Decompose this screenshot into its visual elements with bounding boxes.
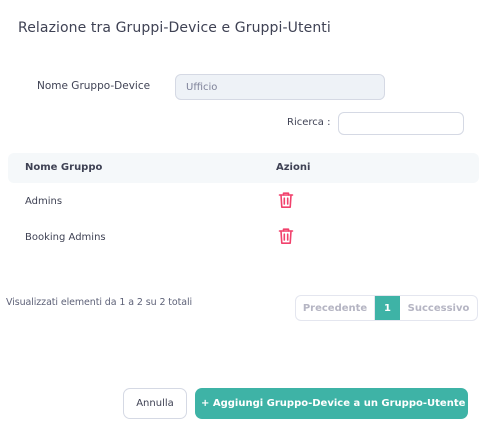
groups-table: Nome Gruppo Azioni Admins Booking Admins: [8, 153, 479, 255]
table-row: Booking Admins: [8, 219, 479, 255]
column-header-name[interactable]: Nome Gruppo: [25, 162, 102, 173]
delete-button[interactable]: [278, 227, 294, 245]
pagination-page-1[interactable]: 1: [375, 296, 400, 320]
pagination-previous-button[interactable]: Precedente: [296, 296, 375, 320]
add-device-group-button[interactable]: + Aggiungi Gruppo-Device a un Gruppo-Ute…: [195, 388, 468, 419]
pagination-next-button[interactable]: Successivo: [400, 296, 477, 320]
group-name-cell: Admins: [25, 196, 63, 207]
device-group-input[interactable]: [175, 74, 385, 100]
trash-icon: [278, 228, 294, 244]
table-row: Admins: [8, 183, 479, 219]
column-header-actions: Azioni: [276, 162, 311, 173]
cancel-button[interactable]: Annulla: [123, 388, 187, 419]
dialog-title: Relazione tra Gruppi-Device e Gruppi-Ute…: [18, 20, 331, 36]
trash-icon: [278, 192, 294, 208]
group-name-cell: Booking Admins: [25, 232, 106, 243]
delete-button[interactable]: [278, 191, 294, 209]
search-input[interactable]: [338, 112, 464, 135]
device-group-label: Nome Gruppo-Device: [37, 80, 151, 92]
pagination-info: Visualizzati elementi da 1 a 2 su 2 tota…: [6, 297, 193, 308]
table-header: Nome Gruppo Azioni: [8, 153, 479, 183]
search-label: Ricerca :: [287, 117, 331, 128]
pagination: Precedente 1 Successivo: [295, 295, 478, 321]
